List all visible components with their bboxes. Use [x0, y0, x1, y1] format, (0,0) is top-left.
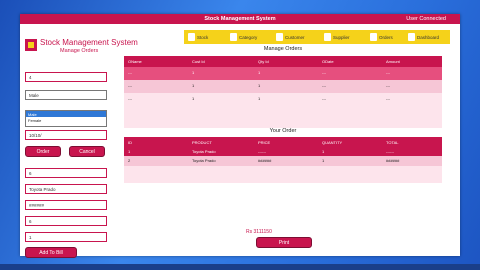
gender-dropdown: Male Female: [25, 110, 107, 127]
your-order-table: ID PRODUCT PRICE QUANTITY TOTAL 1 Toyota…: [124, 137, 442, 183]
date-field[interactable]: 10/10/: [25, 130, 107, 140]
page-subtitle: Manage Orders: [60, 48, 99, 54]
nav-orders[interactable]: Orders: [370, 32, 393, 42]
user-status: User Connected: [406, 16, 446, 22]
top-nav: Stock Category Customer Supplier Orders …: [184, 30, 450, 44]
cancel-button[interactable]: Cancel: [69, 146, 105, 157]
order-button[interactable]: Order: [25, 146, 61, 157]
gender-select[interactable]: Male: [25, 90, 107, 100]
quantity-field[interactable]: 1: [25, 232, 107, 242]
title-bar: Stock Management System User Connected: [20, 14, 460, 24]
customer-icon: [276, 33, 283, 41]
print-button[interactable]: Print: [256, 237, 312, 248]
manage-orders-table: OName Cust Id Qty Id ODate Amount --- 1 …: [124, 56, 442, 128]
qty-display-field[interactable]: 6: [25, 216, 107, 226]
window-title: Stock Management System: [204, 16, 276, 22]
customer-id-field[interactable]: 4: [25, 72, 107, 82]
category-icon: [230, 33, 237, 41]
nav-customer[interactable]: Customer: [276, 32, 305, 42]
table-row[interactable]: --- 1 1 --- ---: [124, 80, 442, 93]
add-to-bill-button[interactable]: Add To Bill: [25, 247, 77, 258]
orders-icon: [370, 33, 377, 41]
table-row[interactable]: --- 1 1 --- ---: [124, 93, 442, 106]
nav-supplier[interactable]: Supplier: [324, 32, 350, 42]
table-row[interactable]: 1 Toyota Prado ------ 1 ------: [124, 148, 442, 156]
nav-category[interactable]: Category: [230, 32, 257, 42]
table-header: ID PRODUCT PRICE QUANTITY TOTAL: [124, 137, 442, 148]
gender-option-female[interactable]: Female: [26, 117, 106, 123]
price-field[interactable]: ######: [25, 200, 107, 210]
table-empty-area: [124, 106, 442, 128]
manage-orders-title: Manage Orders: [263, 46, 303, 52]
table-empty-area: [124, 166, 442, 183]
table-row[interactable]: --- 1 1 --- ---: [124, 67, 442, 80]
taskbar: [0, 264, 480, 270]
stock-icon: [188, 33, 195, 41]
total-amount: Rs 3111150: [246, 229, 272, 235]
product-select[interactable]: 6: [25, 168, 107, 178]
your-order-title: Your Order: [269, 128, 297, 134]
nav-stock[interactable]: Stock: [188, 32, 208, 42]
table-row[interactable]: 2 Toyota Prado ###### 1 ######: [124, 156, 442, 166]
table-header: OName Cust Id Qty Id ODate Amount: [124, 56, 442, 67]
logo-icon: [25, 39, 37, 51]
dashboard-icon: [408, 33, 415, 41]
nav-dashboard[interactable]: Dashboard: [408, 32, 439, 42]
product-name-field[interactable]: Toyota Prado: [25, 184, 107, 194]
app-window: Stock Management System User Connected S…: [20, 14, 460, 258]
supplier-icon: [324, 33, 331, 41]
